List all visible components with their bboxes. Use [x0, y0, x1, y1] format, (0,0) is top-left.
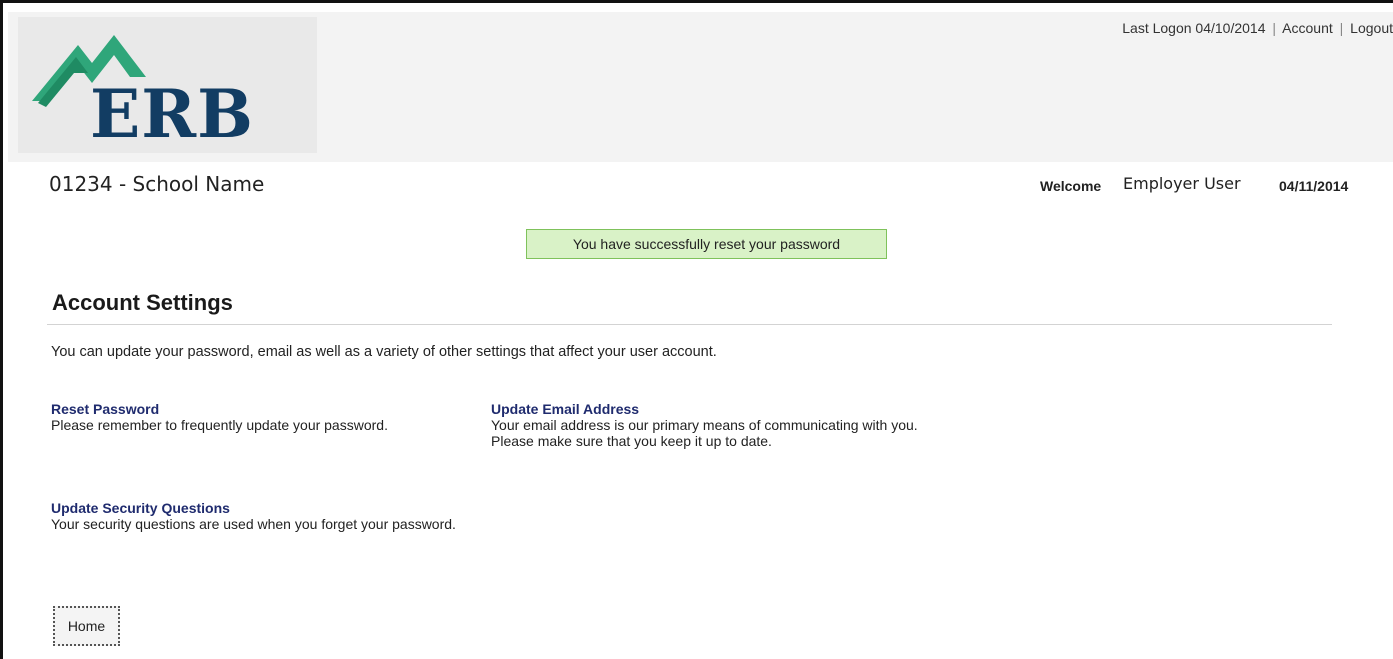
- current-date: 04/11/2014: [1279, 178, 1349, 194]
- intro-text: You can update your password, email as w…: [51, 344, 717, 360]
- school-name: 01234 - School Name: [49, 172, 265, 196]
- reset-password-description: Please remember to frequently update you…: [51, 417, 388, 433]
- home-button[interactable]: Home: [53, 606, 120, 646]
- last-logon-text: Last Logon 04/10/2014: [1122, 20, 1266, 36]
- separator: |: [1339, 20, 1344, 36]
- top-links: Last Logon 04/10/2014 | Account | Logout: [1122, 20, 1393, 36]
- welcome-label: Welcome: [1040, 178, 1102, 194]
- erb-logo[interactable]: ERB: [18, 17, 317, 153]
- security-questions-description: Your security questions are used when yo…: [51, 516, 456, 532]
- reset-password-section: Reset Password Please remember to freque…: [51, 401, 471, 433]
- page-title: Account Settings: [52, 290, 233, 315]
- user-name: Employer User: [1123, 174, 1241, 193]
- reset-password-link[interactable]: Reset Password: [51, 401, 471, 417]
- security-questions-section: Update Security Questions Your security …: [51, 500, 471, 532]
- update-email-description: Your email address is our primary means …: [491, 417, 918, 449]
- success-message: You have successfully reset your passwor…: [526, 229, 887, 259]
- update-security-questions-link[interactable]: Update Security Questions: [51, 500, 471, 516]
- account-link[interactable]: Account: [1282, 20, 1333, 36]
- title-divider: [47, 324, 1332, 325]
- logout-link[interactable]: Logout: [1350, 20, 1393, 36]
- update-email-section: Update Email Address Your email address …: [491, 401, 921, 449]
- update-email-link[interactable]: Update Email Address: [491, 401, 921, 417]
- logo-text: ERB: [90, 75, 254, 153]
- separator: |: [1272, 20, 1277, 36]
